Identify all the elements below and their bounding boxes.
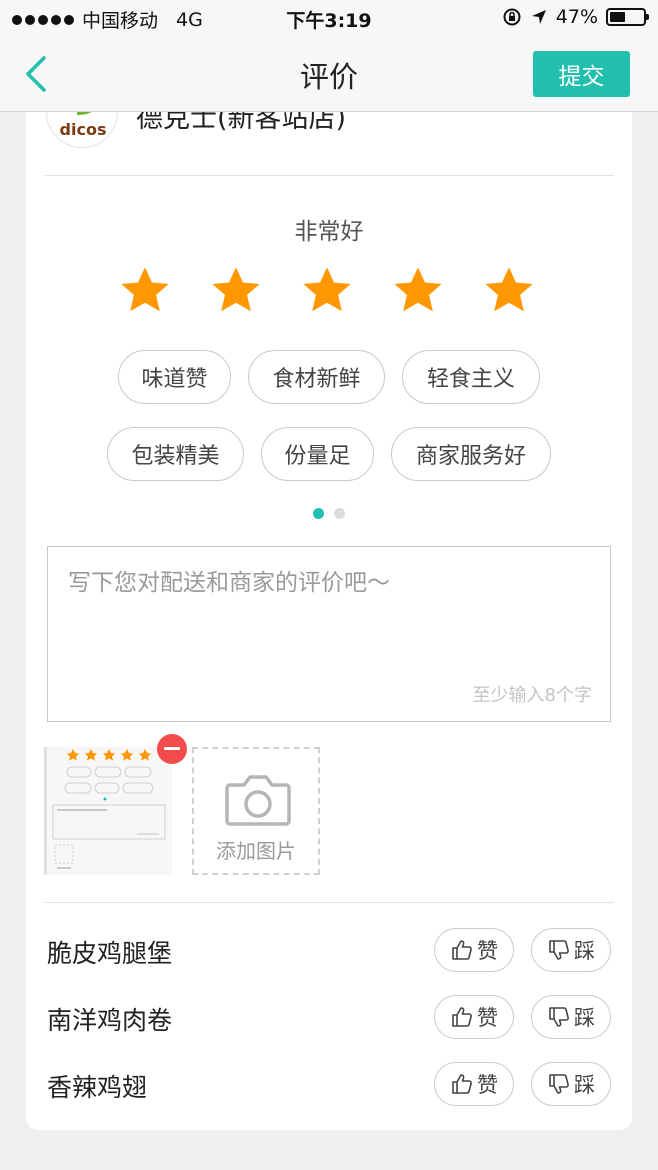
svg-text:dicos: dicos <box>60 120 107 139</box>
dish-row: 香辣鸡翅 赞 踩 <box>26 1056 632 1116</box>
star-icon[interactable] <box>118 264 172 318</box>
star-rating <box>118 264 536 318</box>
dish-name: 脆皮鸡腿堡 <box>47 939 173 968</box>
dislike-label: 踩 <box>574 939 595 963</box>
photo-thumbnail[interactable] <box>44 747 172 875</box>
camera-icon <box>225 775 291 826</box>
thumbs-up-icon <box>452 1007 472 1027</box>
dislike-button[interactable]: 踩 <box>531 928 611 972</box>
rotation-lock-icon <box>503 8 521 26</box>
dish-name: 南洋鸡肉卷 <box>47 1006 173 1035</box>
review-box: 至少输入8个字 <box>47 546 611 722</box>
location-arrow-icon <box>531 10 546 24</box>
dislike-label: 踩 <box>574 1006 595 1030</box>
dislike-label: 踩 <box>574 1073 595 1097</box>
submit-button[interactable]: 提交 <box>533 51 630 97</box>
like-label: 赞 <box>477 939 498 963</box>
tag-chip[interactable]: 商家服务好 <box>391 427 551 481</box>
thumbs-down-icon <box>549 1074 569 1094</box>
remove-photo-button[interactable] <box>157 734 187 764</box>
rating-label: 非常好 <box>294 219 364 245</box>
like-button[interactable]: 赞 <box>434 1062 514 1106</box>
star-icon[interactable] <box>482 264 536 318</box>
star-icon[interactable] <box>209 264 263 318</box>
dish-name: 香辣鸡翅 <box>47 1073 148 1102</box>
dislike-button[interactable]: 踩 <box>531 995 611 1039</box>
page-indicator <box>26 508 632 519</box>
shop-logo: dicos <box>46 112 118 148</box>
nav-bar: 评价 提交 <box>0 36 658 112</box>
page-dot[interactable] <box>334 508 345 519</box>
tag-chip[interactable]: 食材新鲜 <box>248 350 385 404</box>
battery-icon <box>606 8 649 26</box>
status-bar: 中国移动 4G 下午3:19 47% <box>0 0 658 36</box>
thumbs-up-icon <box>452 1074 472 1094</box>
like-button[interactable]: 赞 <box>434 995 514 1039</box>
like-button[interactable]: 赞 <box>434 928 514 972</box>
like-label: 赞 <box>477 1073 498 1097</box>
shop-header: dicos 德克士(新客站店) <box>26 112 632 176</box>
divider <box>44 175 614 176</box>
tag-chip[interactable]: 味道赞 <box>118 350 231 404</box>
add-photo-button[interactable]: 添加图片 <box>192 747 320 875</box>
star-icon[interactable] <box>391 264 445 318</box>
thumbs-down-icon <box>549 1007 569 1027</box>
page-dot[interactable] <box>313 508 324 519</box>
thumbs-down-icon <box>549 940 569 960</box>
min-length-hint: 至少输入8个字 <box>472 685 592 706</box>
photo-preview-image <box>47 747 172 875</box>
thumbs-up-icon <box>452 940 472 960</box>
dicos-logo-icon: dicos <box>60 112 107 139</box>
like-label: 赞 <box>477 1006 498 1030</box>
status-right: 47% <box>502 6 649 28</box>
tag-chip[interactable]: 份量足 <box>261 427 374 481</box>
dish-row: 脆皮鸡腿堡 赞 踩 <box>26 922 632 982</box>
review-card: dicos 德克士(新客站店) 非常好 味道赞 食材新鲜 轻食主义 包装精美 份… <box>26 112 632 1130</box>
divider <box>44 902 614 903</box>
star-icon[interactable] <box>300 264 354 318</box>
tag-chip[interactable]: 轻食主义 <box>402 350 540 404</box>
battery-percent: 47% <box>555 6 598 28</box>
shop-name: 德克士(新客站店) <box>136 112 347 134</box>
tag-chip[interactable]: 包装精美 <box>107 427 244 481</box>
dislike-button[interactable]: 踩 <box>531 1062 611 1106</box>
add-photo-label: 添加图片 <box>216 839 296 863</box>
dish-row: 南洋鸡肉卷 赞 踩 <box>26 989 632 1049</box>
